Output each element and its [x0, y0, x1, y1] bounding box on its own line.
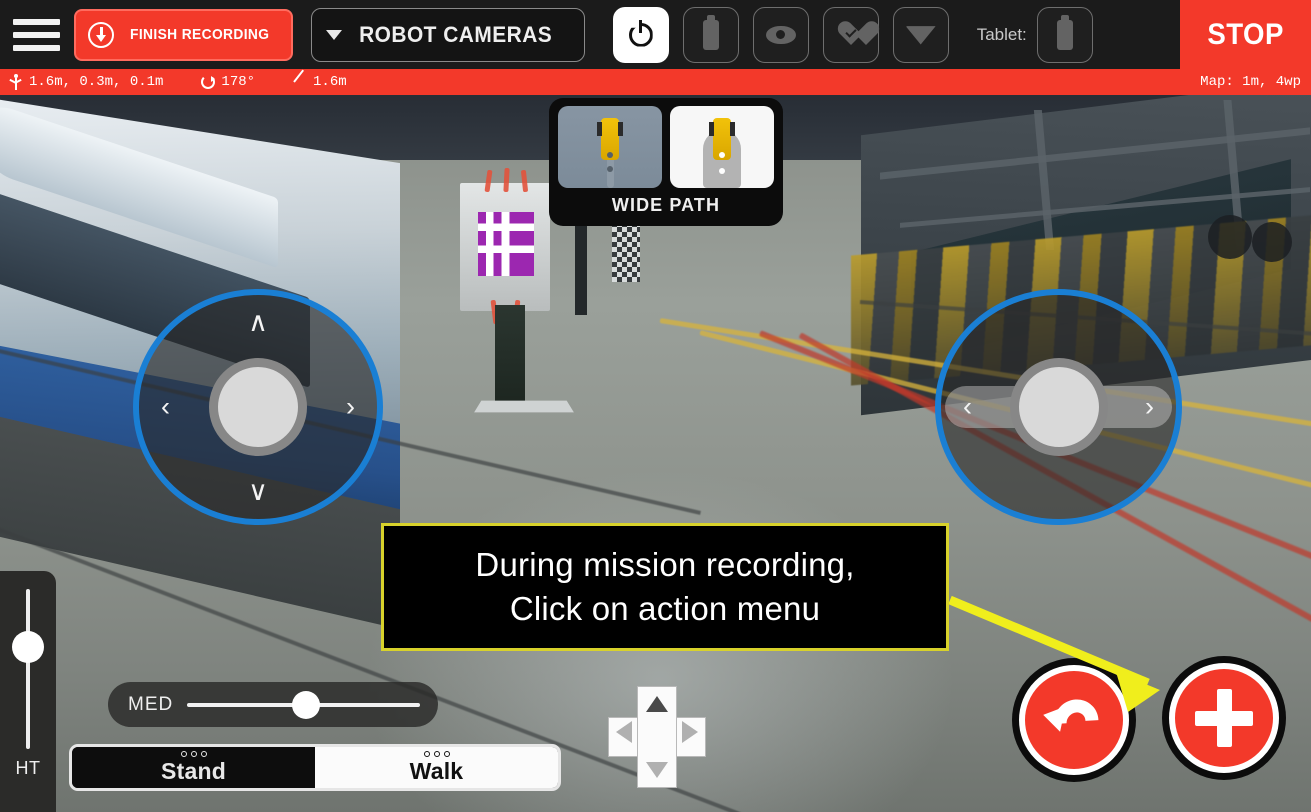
speed-slider-panel: MED — [108, 682, 438, 727]
vision-indicator[interactable] — [752, 6, 809, 63]
waypoint-dot — [607, 166, 613, 172]
undo-button[interactable] — [1019, 665, 1129, 775]
joystick-right-arrow-icon[interactable]: › — [1145, 393, 1154, 421]
wide-path-thumbnail[interactable] — [670, 106, 774, 188]
rotation-value: 178° — [221, 74, 256, 90]
heart-check-icon — [837, 22, 865, 48]
path-mode-label: WIDE PATH — [611, 195, 721, 215]
tablet-label: Tablet: — [976, 24, 1027, 44]
hamburger-bar — [12, 18, 60, 25]
stand-indicator-dots — [180, 750, 207, 757]
robot-pose-icon — [8, 74, 23, 90]
rotation-icon — [201, 75, 216, 89]
speed-slider-label: MED — [128, 693, 174, 715]
camera-select-dropdown[interactable]: ROBOT CAMERAS — [311, 7, 585, 62]
dpad[interactable] — [608, 686, 706, 788]
pose-value: 1.6m, 0.3m, 0.1m — [29, 74, 164, 90]
undo-arrow-icon — [1040, 690, 1108, 754]
fiducial-marker — [478, 212, 534, 276]
joystick-left-arrow-icon[interactable]: ‹ — [963, 393, 972, 421]
waypoint-dot — [607, 152, 613, 158]
path-mode-panel: WIDE PATH — [549, 98, 783, 226]
top-toolbar: FINISH RECORDING ROBOT CAMERAS Tablet: S… — [0, 0, 1311, 69]
walk-indicator-dots — [423, 750, 450, 757]
dpad-up-icon[interactable] — [646, 696, 668, 712]
joystick-down-arrow-icon[interactable]: ∨ — [248, 478, 268, 505]
chevron-down-icon — [326, 29, 343, 40]
telemetry-status-bar: 1.6m, 0.3m, 0.1m 178° 1.6m Map: 1m, 4wp — [0, 69, 1311, 95]
dpad-down-icon[interactable] — [646, 762, 668, 778]
pose-readout: 1.6m, 0.3m, 0.1m — [8, 74, 163, 90]
speed-slider-thumb[interactable] — [291, 690, 320, 719]
right-joystick[interactable]: ‹ › — [935, 289, 1182, 525]
height-slider-label: HT — [15, 758, 41, 778]
checker-marker — [612, 222, 640, 282]
right-joystick-knob[interactable] — [1009, 358, 1108, 456]
hamburger-bar — [12, 44, 60, 51]
health-indicator[interactable] — [822, 6, 879, 63]
diagonal-distance-icon — [293, 75, 307, 89]
gait-toggle: Stand Walk — [69, 744, 561, 791]
camera-select-label: ROBOT CAMERAS — [359, 21, 553, 47]
battery-icon — [1056, 14, 1073, 50]
stop-label: STOP — [1207, 17, 1284, 51]
gait-walk-label: Walk — [409, 757, 464, 784]
height-slider-track[interactable] — [12, 589, 44, 749]
robot-battery-indicator[interactable] — [682, 6, 739, 63]
eye-icon — [765, 25, 796, 44]
callout-line-1: During mission recording, — [475, 546, 855, 584]
hamburger-menu-icon[interactable] — [0, 0, 72, 69]
rotation-readout: 178° — [201, 74, 255, 90]
dpad-left-icon[interactable] — [616, 721, 632, 743]
stop-button[interactable]: STOP — [1180, 0, 1311, 69]
add-action-button[interactable] — [1169, 663, 1279, 773]
wifi-icon — [905, 26, 936, 45]
instruction-callout: During mission recording, Click on actio… — [381, 523, 949, 651]
speed-slider-track[interactable] — [187, 690, 420, 719]
target-base — [474, 400, 574, 413]
battery-icon — [702, 14, 719, 50]
gait-option-walk[interactable]: Walk — [315, 747, 558, 788]
height-slider-thumb[interactable] — [12, 631, 44, 663]
robot-teleop-screen: FINISH RECORDING ROBOT CAMERAS Tablet: S… — [0, 0, 1311, 812]
joystick-up-arrow-icon[interactable]: ∧ — [248, 309, 268, 336]
dpad-right-icon[interactable] — [682, 721, 698, 743]
gait-option-stand[interactable]: Stand — [72, 747, 315, 788]
power-icon — [627, 19, 655, 49]
narrow-path-thumbnail[interactable] — [558, 106, 662, 188]
finish-recording-button[interactable]: FINISH RECORDING — [74, 8, 294, 61]
joystick-left-arrow-icon[interactable]: ‹ — [161, 393, 170, 421]
waypoint-dot — [719, 168, 725, 174]
target-post — [495, 305, 525, 405]
left-joystick[interactable]: ∧ ∨ ‹ › — [133, 289, 383, 525]
distance-readout: 1.6m — [293, 74, 347, 90]
distance-value: 1.6m — [313, 74, 347, 90]
hamburger-bar — [12, 31, 60, 38]
left-joystick-knob[interactable] — [209, 358, 307, 456]
tire — [1252, 222, 1292, 262]
gait-stand-label: Stand — [161, 757, 226, 784]
joystick-right-arrow-icon[interactable]: › — [346, 393, 355, 421]
path-mode-thumbnails — [558, 106, 774, 188]
callout-line-2: Click on action menu — [509, 590, 821, 627]
waypoint-dot — [719, 152, 725, 158]
plus-icon-vertical — [1216, 689, 1232, 747]
download-circle-icon — [88, 21, 114, 48]
finish-recording-label: FINISH RECORDING — [130, 26, 270, 43]
power-button[interactable] — [612, 6, 669, 63]
tire — [1208, 215, 1252, 259]
height-slider-panel: HT — [0, 571, 56, 812]
wifi-indicator[interactable] — [892, 6, 949, 63]
tablet-battery-indicator[interactable] — [1036, 6, 1093, 63]
map-readout: Map: 1m, 4wp — [1200, 74, 1301, 90]
